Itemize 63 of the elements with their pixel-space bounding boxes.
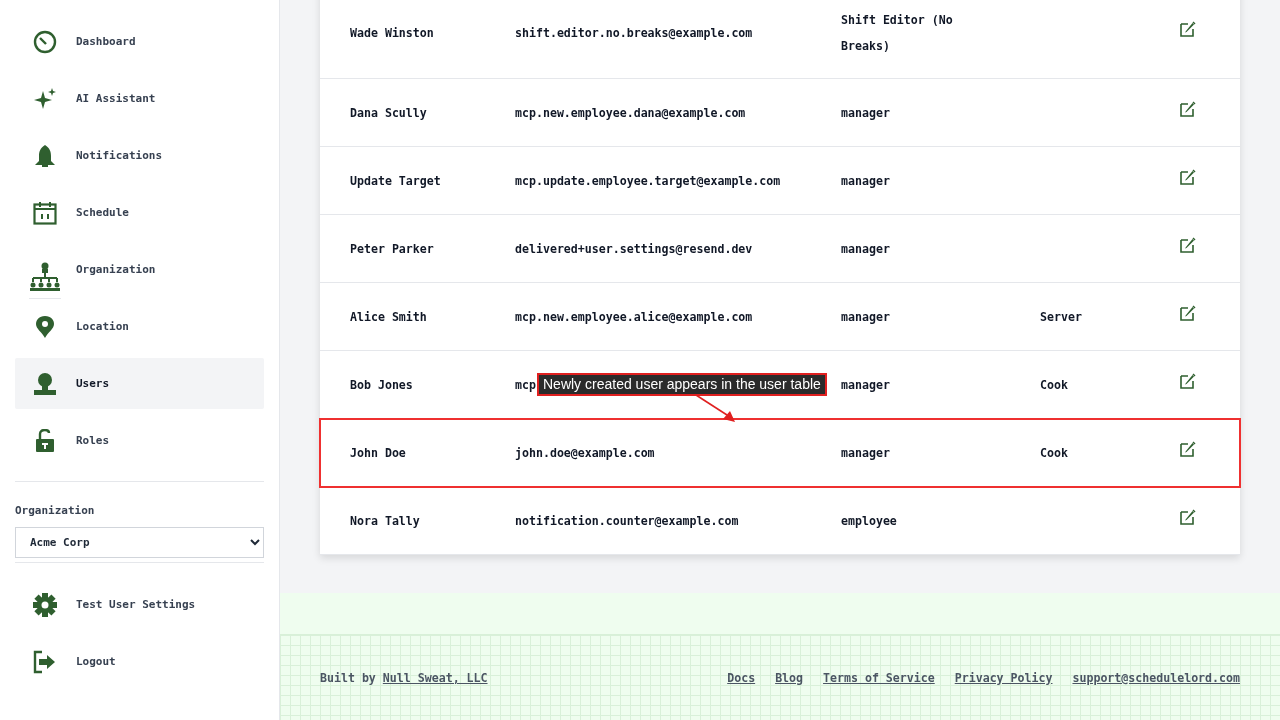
- table-cell: delivered+user.settings@resend.dev: [515, 241, 753, 256]
- table-cell: john.doe@example.com: [515, 445, 655, 460]
- footer-link[interactable]: Blog: [775, 670, 804, 685]
- organization-label: Organization: [15, 504, 96, 517]
- table-cell-text: Wade Winston: [349, 26, 435, 40]
- table-cell-text: John Doe: [349, 445, 407, 460]
- table-cell-text: Nora Tally: [349, 513, 421, 528]
- table-cell: mcp.new.employee.dana@example.com: [515, 105, 746, 120]
- table-cell: mcp.update.employee.target@example.com: [515, 173, 781, 188]
- table-cell-text: manager: [841, 308, 891, 326]
- nav-item[interactable]: Dashboard: [15, 16, 264, 67]
- table-cell: mcp.new.employee.alice@example.com: [515, 309, 753, 324]
- nav-item[interactable]: Schedule: [15, 187, 264, 238]
- nav-item[interactable]: Location: [15, 301, 264, 352]
- edit-icon[interactable]: [1180, 372, 1196, 389]
- table-cell-text: Alice Smith: [349, 309, 428, 324]
- table-cell-text: employee: [841, 512, 898, 530]
- built-by-text: Built by: [320, 670, 376, 685]
- calendar-icon: [33, 200, 57, 225]
- edit-icon[interactable]: [1180, 440, 1196, 457]
- table-cell-text: Shift Editor (No Breaks): [841, 12, 954, 55]
- table-cell-text: manager: [841, 240, 891, 258]
- bell-icon: [33, 143, 57, 168]
- annotation-callout: Newly created user appears in the user table: [537, 373, 827, 396]
- table-cell: Server: [1040, 309, 1082, 324]
- nav-item[interactable]: Test User Settings: [15, 579, 264, 630]
- edit-icon[interactable]: [1180, 100, 1196, 117]
- nav-item[interactable]: Notifications: [15, 130, 264, 181]
- settings-icon: [33, 592, 57, 617]
- table-cell-text: manager: [841, 172, 891, 190]
- table-cell: notification.counter@example.com: [515, 513, 739, 528]
- gauge-icon: [33, 29, 57, 54]
- nav-item[interactable]: Organization: [15, 244, 264, 295]
- table-cell-text: manager: [841, 104, 891, 122]
- table-cell-text: Dana Scully: [349, 105, 428, 120]
- table-cell: shift.editor.no.breaks@example.com: [515, 26, 753, 40]
- nav-item[interactable]: Logout: [15, 636, 264, 687]
- nav-item[interactable]: AI Assistant: [15, 73, 264, 124]
- table-cell: Cook: [1040, 445, 1068, 460]
- logout-icon: [33, 649, 57, 674]
- unlocked-padlock-icon: [33, 428, 57, 453]
- table-cell: Cook: [1040, 377, 1068, 392]
- location-pin-icon: [33, 314, 57, 339]
- table-cell-text: Bob Jones: [349, 377, 414, 392]
- nav-item[interactable]: Users: [15, 358, 264, 409]
- company-link[interactable]: Null Sweat, LLC: [382, 670, 488, 685]
- footer-link[interactable]: Privacy Policy: [954, 670, 1053, 685]
- edit-icon[interactable]: [1180, 168, 1196, 185]
- nav-item[interactable]: Roles: [15, 415, 264, 466]
- organization-select[interactable]: Acme Corp: [15, 527, 264, 558]
- user-icon: [33, 371, 57, 396]
- table-cell: mcp: [515, 377, 536, 392]
- footer-link[interactable]: Docs: [727, 670, 756, 685]
- table-cell-text: manager: [841, 444, 891, 462]
- table-cell-text: Peter Parker: [349, 241, 435, 256]
- table-cell-text: manager: [841, 376, 891, 394]
- edit-icon[interactable]: [1180, 508, 1196, 525]
- edit-icon[interactable]: [1180, 236, 1196, 253]
- footer-link[interactable]: Terms of Service: [823, 670, 935, 685]
- edit-icon[interactable]: [1180, 21, 1196, 37]
- edit-icon[interactable]: [1180, 304, 1196, 321]
- footer-link[interactable]: support@schedulelord.com: [1072, 670, 1240, 685]
- table-cell-text: Update Target: [349, 173, 442, 188]
